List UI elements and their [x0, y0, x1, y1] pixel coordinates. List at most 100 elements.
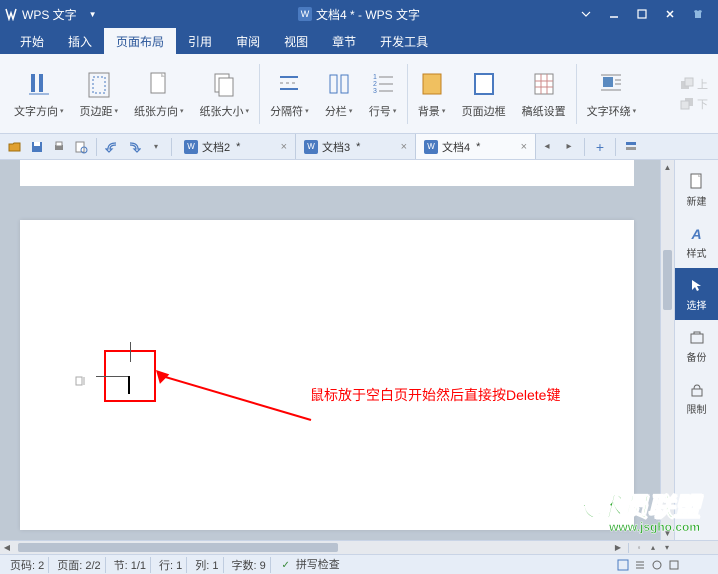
annotation-arrow: [156, 370, 316, 440]
orientation-label: 纸张方向: [134, 103, 178, 119]
app-menu-caret-icon[interactable]: ▼: [89, 10, 97, 19]
side-backup-label: 备份: [687, 349, 707, 364]
paper-size-button[interactable]: 纸张大小▾: [192, 58, 258, 129]
tab-references[interactable]: 引用: [176, 28, 224, 54]
scroll-left-icon[interactable]: ◀: [0, 543, 14, 552]
status-col[interactable]: 列: 1: [191, 557, 223, 573]
undo-button[interactable]: [101, 136, 123, 158]
status-line[interactable]: 行: 1: [155, 557, 187, 573]
tab-list-button[interactable]: [620, 136, 642, 158]
tab-nav-prev[interactable]: ◂: [536, 136, 558, 158]
h-scroll-thumb[interactable]: [18, 543, 338, 552]
text-direction-label: 文字方向: [14, 103, 58, 119]
doc-tab-2[interactable]: W 文档2 * ×: [176, 134, 296, 159]
vertical-scrollbar[interactable]: ▲ ▼: [660, 160, 674, 540]
send-backward-button[interactable]: 下: [680, 96, 708, 112]
print-button[interactable]: [48, 136, 70, 158]
tab-nav-next[interactable]: ▸: [558, 136, 580, 158]
svg-text:1: 1: [373, 74, 377, 81]
close-button[interactable]: [656, 4, 684, 24]
doc-tab-4[interactable]: W 文档4 * ×: [416, 134, 536, 159]
app-logo-icon: [4, 7, 18, 21]
side-new-label: 新建: [687, 193, 707, 208]
page-border-label: 页面边框: [462, 103, 506, 119]
status-words[interactable]: 字数: 9: [228, 557, 271, 573]
side-limit-label: 限制: [687, 401, 707, 416]
bring-forward-button[interactable]: 上: [680, 76, 708, 92]
tab-page-layout[interactable]: 页面布局: [104, 28, 176, 54]
save-button[interactable]: [26, 136, 48, 158]
side-select-button[interactable]: 选择: [675, 268, 718, 320]
skin-icon[interactable]: [684, 4, 712, 24]
browse-object-icon[interactable]: ◦: [632, 543, 646, 552]
side-new-button[interactable]: 新建: [675, 164, 718, 216]
scroll-thumb[interactable]: [663, 250, 672, 310]
line-numbers-button[interactable]: 123 行号▾: [361, 58, 405, 129]
paper-size-label: 纸张大小: [200, 103, 244, 119]
open-button[interactable]: [4, 136, 26, 158]
status-spell[interactable]: ✓ 拼写检查: [275, 556, 344, 573]
redo-button[interactable]: [123, 136, 145, 158]
breaks-button[interactable]: 分隔符▾: [262, 58, 317, 129]
columns-button[interactable]: 分栏▾: [317, 58, 361, 129]
margins-button[interactable]: 页边距▾: [72, 58, 127, 129]
tab-devtools[interactable]: 开发工具: [368, 28, 440, 54]
help-dropdown-icon[interactable]: [572, 4, 600, 24]
doc-tab-icon: W: [184, 140, 198, 154]
background-button[interactable]: 背景▾: [410, 58, 454, 129]
document-page[interactable]: 鼠标放于空白页开始然后直接按Delete键: [20, 220, 634, 530]
genko-button[interactable]: 稿纸设置: [514, 58, 574, 129]
annotation-text: 鼠标放于空白页开始然后直接按Delete键: [310, 385, 560, 405]
orientation-button[interactable]: 纸张方向▾: [126, 58, 192, 129]
tab-start[interactable]: 开始: [8, 28, 56, 54]
doc-tab-icon: W: [424, 140, 438, 154]
svg-text:3: 3: [373, 88, 377, 95]
minimize-button[interactable]: [600, 4, 628, 24]
background-label: 背景: [418, 103, 440, 119]
margins-icon: [85, 69, 113, 101]
horizontal-scrollbar[interactable]: ◀ ▶ ◦ ▴ ▾: [0, 540, 718, 554]
text-wrap-label: 文字环绕: [587, 103, 631, 119]
text-wrap-icon: [597, 69, 625, 101]
doc-tab-3[interactable]: W 文档3 * ×: [296, 134, 416, 159]
doc-tab-dirty: *: [476, 141, 480, 153]
limit-icon: [688, 381, 706, 399]
columns-label: 分栏: [325, 103, 347, 119]
tab-review[interactable]: 审阅: [224, 28, 272, 54]
tab-view[interactable]: 视图: [272, 28, 320, 54]
status-bar: 页码: 2 页面: 2/2 节: 1/1 行: 1 列: 1 字数: 9 ✓ 拼…: [0, 554, 718, 574]
document-area[interactable]: 鼠标放于空白页开始然后直接按Delete键 ▲ ▼: [0, 160, 674, 540]
doc-tab-close[interactable]: ×: [521, 141, 527, 153]
new-tab-button[interactable]: +: [589, 136, 611, 158]
status-page[interactable]: 页面: 2/2: [53, 557, 105, 573]
margins-label: 页边距: [80, 103, 113, 119]
maximize-button[interactable]: [628, 4, 656, 24]
text-wrap-button[interactable]: 文字环绕▾: [579, 58, 645, 129]
new-doc-icon: [688, 173, 706, 191]
prev-page-icon[interactable]: ▴: [646, 543, 660, 552]
status-section[interactable]: 节: 1/1: [110, 557, 151, 573]
status-page-no[interactable]: 页码: 2: [6, 557, 49, 573]
background-icon: [418, 69, 446, 101]
side-style-button[interactable]: A 样式: [675, 216, 718, 268]
text-direction-icon: [25, 69, 53, 101]
page-border-button[interactable]: 页面边框: [454, 58, 514, 129]
line-numbers-label: 行号: [369, 103, 391, 119]
tab-insert[interactable]: 插入: [56, 28, 104, 54]
print-preview-button[interactable]: [70, 136, 92, 158]
scroll-down-icon[interactable]: ▼: [661, 526, 674, 540]
next-page-icon[interactable]: ▾: [660, 543, 674, 552]
qat-customize-icon[interactable]: ▾: [145, 136, 167, 158]
side-style-label: 样式: [687, 245, 707, 260]
select-icon: [688, 277, 706, 295]
line-numbers-icon: 123: [369, 69, 397, 101]
doc-tab-close[interactable]: ×: [401, 141, 407, 153]
side-limit-button[interactable]: 限制: [675, 372, 718, 424]
scroll-right-icon[interactable]: ▶: [611, 543, 625, 552]
tab-section[interactable]: 章节: [320, 28, 368, 54]
previous-page-edge: [20, 160, 634, 190]
scroll-up-icon[interactable]: ▲: [661, 160, 674, 174]
doc-tab-close[interactable]: ×: [281, 141, 287, 153]
side-backup-button[interactable]: 备份: [675, 320, 718, 372]
text-direction-button[interactable]: 文字方向▾: [6, 58, 72, 129]
